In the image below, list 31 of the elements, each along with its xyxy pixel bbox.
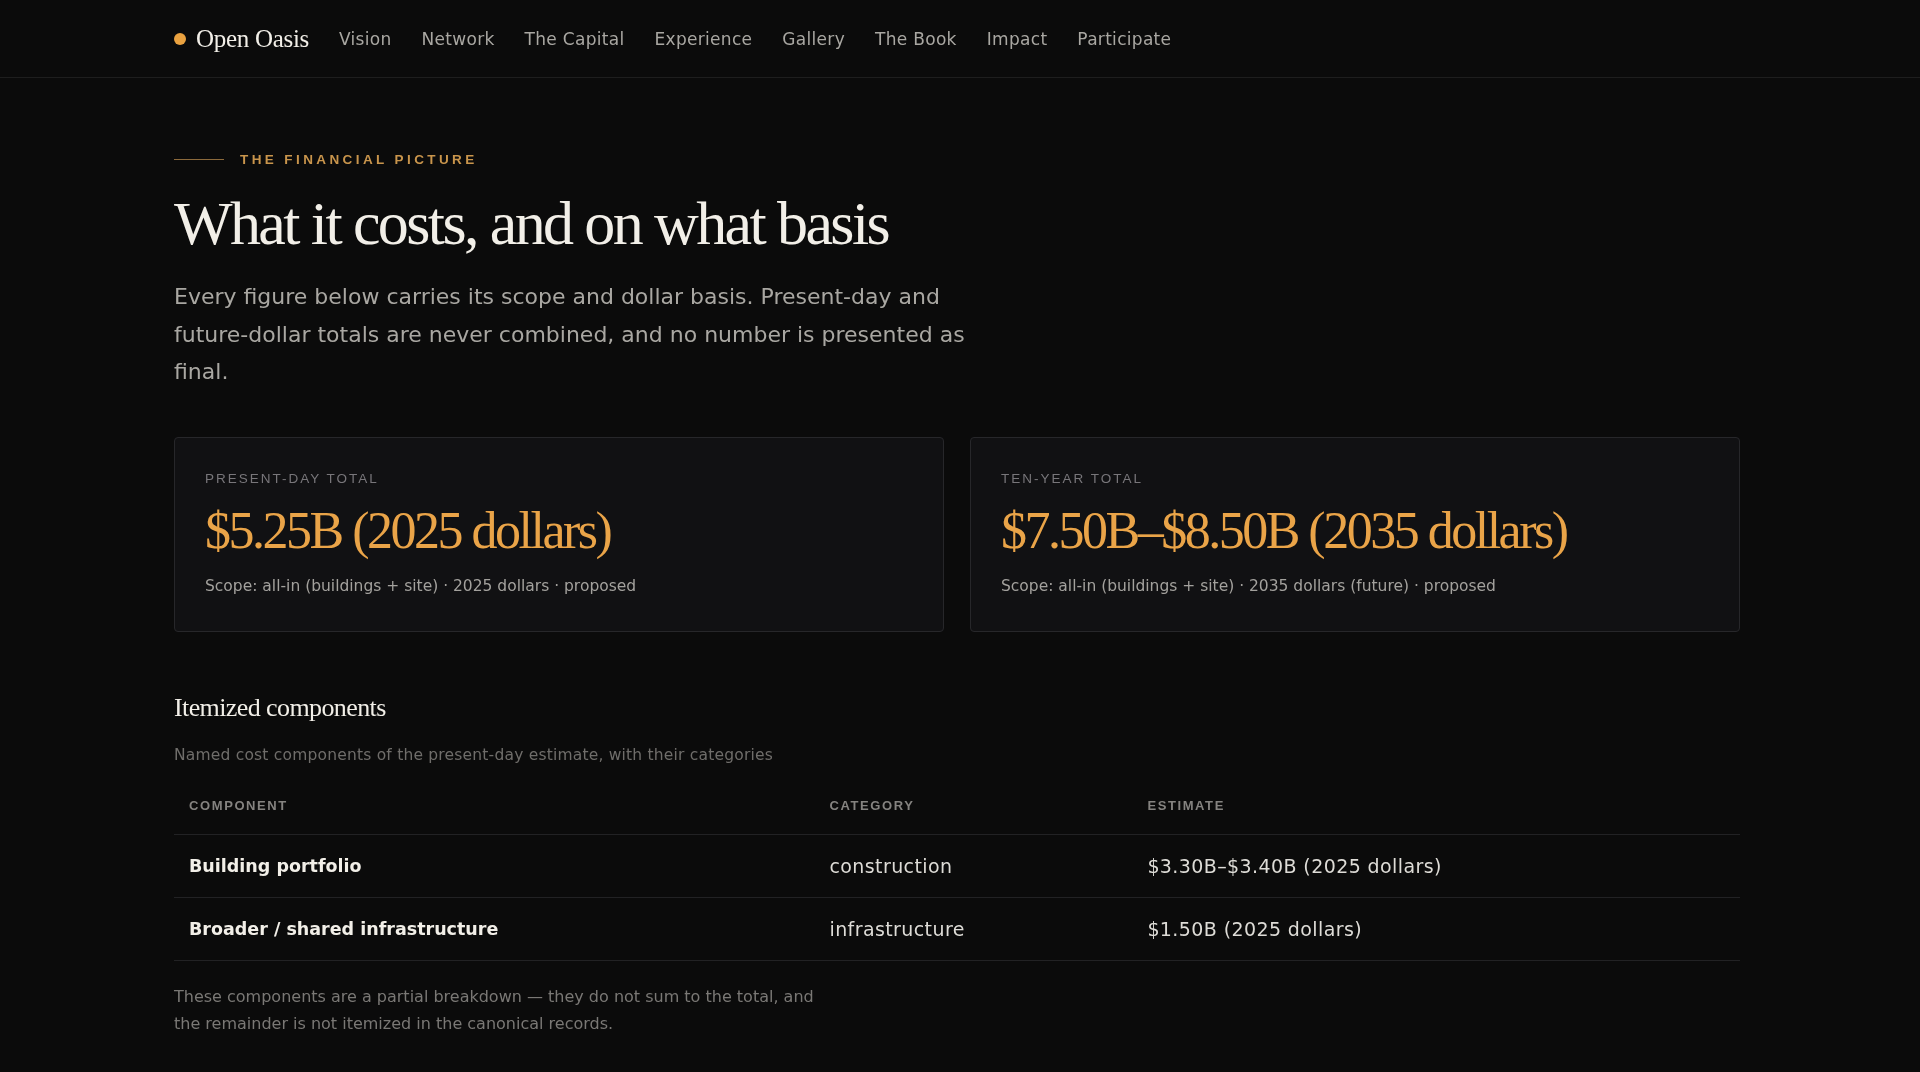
footnote: These components are a partial breakdown — they do not sum to the total, and the remainder is not itemized in the canonical records.	[174, 986, 815, 1036]
card-label: TEN-YEAR TOTAL	[1001, 470, 1144, 486]
card-value: $7.50B–$8.50B (2035 dollars)	[1001, 501, 1567, 559]
page-title: What it costs, and on what basis	[174, 188, 890, 259]
table-cell: Building portfolio	[189, 856, 362, 877]
nav-link[interactable]: Vision	[338, 28, 392, 49]
column-header: CATEGORY	[829, 798, 915, 814]
table-cell: infrastructure	[829, 918, 965, 941]
nav-link[interactable]: The Book	[875, 28, 957, 49]
table-cell: Broader / shared infrastructure	[189, 919, 499, 940]
section-subtitle: Named cost components of the present-day estimate, with their categories	[174, 746, 774, 765]
nav-link[interactable]: Gallery	[782, 28, 845, 49]
logo-dot-icon	[174, 32, 186, 45]
nav-link[interactable]: The Capital	[524, 28, 625, 49]
table-cell: $3.30B–$3.40B (2025 dollars)	[1147, 855, 1442, 878]
table-cell: construction	[829, 855, 953, 878]
column-header: COMPONENT	[189, 798, 288, 814]
intro-paragraph: Every figure below carries its scope and dollar basis. Present-day and future-dollar totals are never combined, and no number is presented as final.	[174, 283, 966, 387]
nav-link[interactable]: Impact	[986, 28, 1048, 49]
card-scope: Scope: all-in (buildings + site) · 2025 dollars · proposed	[205, 577, 637, 595]
nav-link[interactable]: Experience	[654, 28, 753, 49]
nav-link[interactable]: Network	[421, 28, 495, 49]
brand-logo[interactable]: Open Oasis	[196, 24, 309, 53]
column-header: ESTIMATE	[1147, 798, 1225, 814]
card-value: $5.25B (2025 dollars)	[205, 501, 611, 559]
section-eyebrow: THE FINANCIAL PICTURE	[240, 152, 478, 167]
nav-link[interactable]: Participate	[1077, 28, 1172, 49]
card-label: PRESENT-DAY TOTAL	[205, 470, 379, 486]
section-heading: Itemized components	[174, 692, 387, 724]
card-scope: Scope: all-in (buildings + site) · 2035 dollars (future) · proposed	[1001, 577, 1496, 595]
table-cell: $1.50B (2025 dollars)	[1147, 918, 1363, 941]
